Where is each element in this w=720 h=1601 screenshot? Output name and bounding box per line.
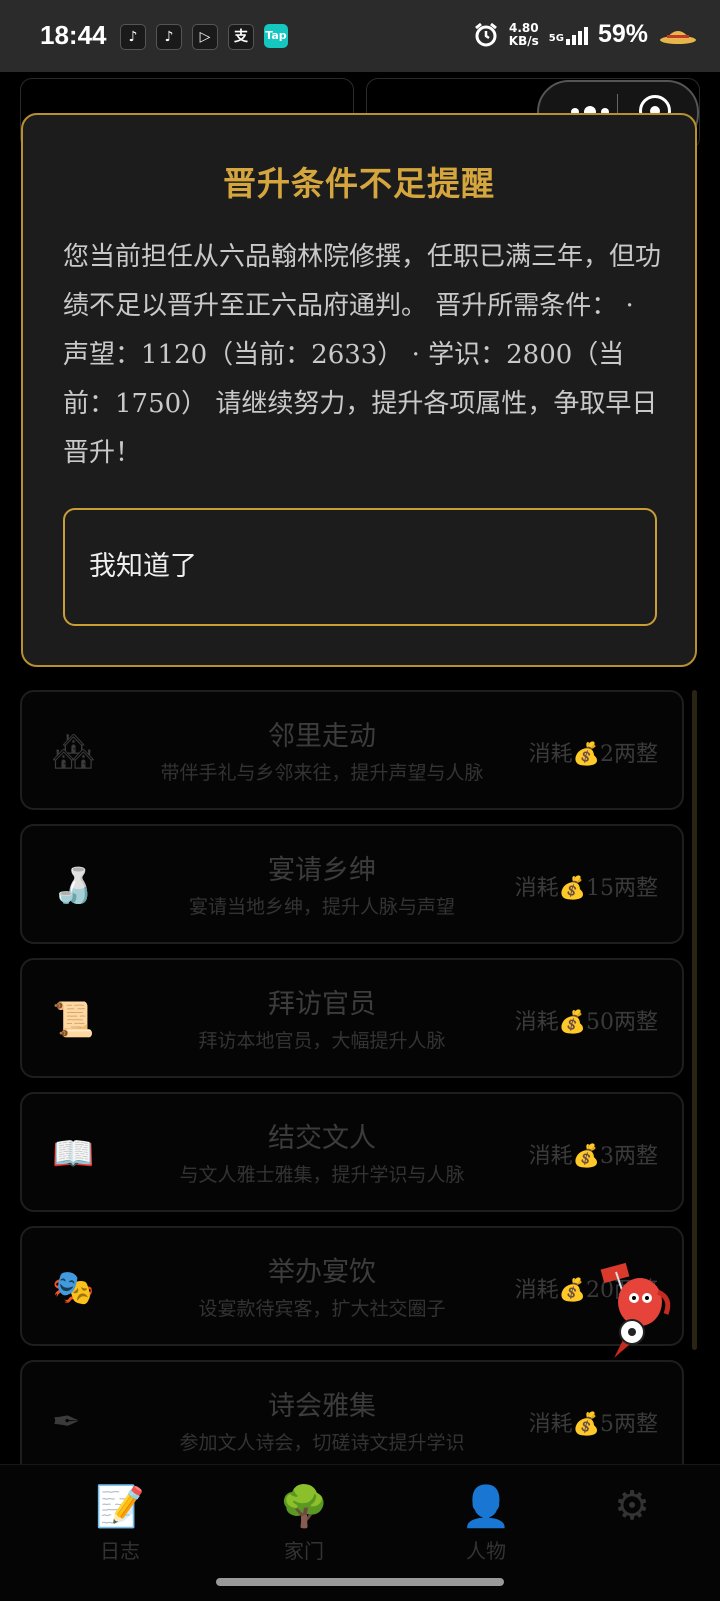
acknowledge-button[interactable]: 我知道了 <box>63 508 657 626</box>
nav-characters[interactable]: 👤 人物 <box>426 1483 546 1564</box>
nav-journal[interactable]: 📝 日志 <box>60 1483 180 1564</box>
activity-card[interactable]: ✒ 诗会雅集 参加文人诗会，切磋诗文提升学识 消耗💰5两整 <box>20 1360 684 1480</box>
tiktok-icon: ♪ <box>156 24 182 50</box>
taptap-icon: Tap <box>264 24 288 48</box>
tree-icon: 🌳 <box>279 1484 329 1530</box>
nav-label: 家门 <box>284 1539 324 1563</box>
nav-label: 日志 <box>100 1539 140 1563</box>
gear-icon: ⚙ <box>614 1483 650 1529</box>
nav-family[interactable]: 🌳 家门 <box>244 1483 364 1564</box>
mascot-football-icon[interactable] <box>600 1262 680 1362</box>
nav-settings[interactable]: ⚙ <box>572 1483 692 1535</box>
alarm-icon <box>474 22 497 46</box>
dialog-title: 晋升条件不足提醒 <box>223 164 495 203</box>
status-time: 18:44 <box>40 20 107 50</box>
person-icon: 👤 <box>461 1484 511 1530</box>
activity-cost: 消耗💰3两整 <box>528 1144 658 1169</box>
notification-icons: ♪ ♪ ▷ 支 Tap <box>120 24 288 50</box>
music-app-icon: ♪ <box>120 24 146 50</box>
activity-card[interactable]: 📜 拜访官员 拜访本地官员，大幅提升人脉 消耗💰50两整 <box>20 958 684 1078</box>
battery-level: 59% <box>597 20 648 48</box>
signal-icon: 5G <box>549 25 588 45</box>
network-speed: 4.80 KB/s <box>508 20 539 48</box>
scrollbar[interactable] <box>692 690 697 1350</box>
status-bar: 18:44 ♪ ♪ ▷ 支 Tap 4.80 KB/s 5G 59% <box>0 0 720 72</box>
activity-cost: 消耗💰5两整 <box>528 1412 658 1437</box>
activity-card[interactable]: 📖 结交文人 与文人雅士雅集，提升学识与人脉 消耗💰3两整 <box>20 1092 684 1212</box>
activity-cost: 消耗💰2两整 <box>528 742 658 767</box>
home-indicator[interactable] <box>216 1578 504 1586</box>
journal-icon: 📝 <box>95 1484 145 1530</box>
promotion-alert-dialog: 晋升条件不足提醒 您当前担任从六品翰林院修撰，任职已满三年，但功绩不足以晋升至正… <box>21 113 697 667</box>
video-app-icon: ▷ <box>192 24 218 50</box>
dialog-message: 您当前担任从六品翰林院修撰，任职已满三年，但功绩不足以晋升至正六品府通判。 晋升… <box>63 242 662 468</box>
activity-card[interactable]: 🎭 举办宴饮 设宴款待宾客，扩大社交圈子 消耗💰20两整 <box>20 1226 684 1346</box>
activity-card[interactable]: 🏘 邻里走动 带伴手礼与乡邻来往，提升声望与人脉 消耗💰2两整 <box>20 690 684 810</box>
status-right: 4.80 KB/s 5G 59% <box>473 20 698 49</box>
nav-label: 人物 <box>466 1539 506 1563</box>
alipay-icon: 支 <box>228 24 254 50</box>
straw-hat-icon <box>660 30 696 44</box>
activity-card[interactable]: 🍶 宴请乡绅 宴请当地乡绅，提升人脉与声望 消耗💰15两整 <box>20 824 684 944</box>
activity-cost: 消耗💰15两整 <box>514 876 658 901</box>
activity-cost: 消耗💰50两整 <box>514 1010 658 1035</box>
